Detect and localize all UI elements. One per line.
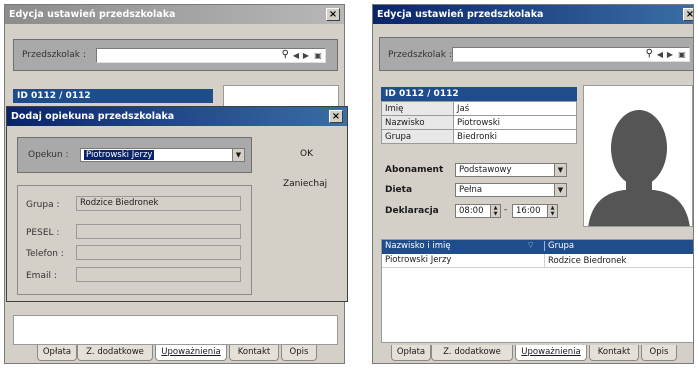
info-value: Jaś xyxy=(453,101,577,116)
right-tab-upowaznienia[interactable]: Upoważnienia xyxy=(515,345,587,361)
spin-arrows-icon[interactable]: ▲ ▼ xyxy=(490,205,500,217)
left-search-panel: Przedszkolak : ⚲ ◀ ▶ ▣ xyxy=(13,39,338,71)
guardian-label: Opekun : xyxy=(28,150,69,160)
print-icon[interactable]: ▣ xyxy=(677,50,687,60)
print-icon[interactable]: ▣ xyxy=(313,51,323,61)
left-tab-upowaznienia[interactable]: Upoważnienia xyxy=(155,345,227,361)
right-window: Edycja ustawień przedszkolaka × Przedszk… xyxy=(372,4,694,364)
email-label: Email : xyxy=(26,271,57,281)
right-tab-opis[interactable]: Opis xyxy=(641,345,677,361)
guardian-details-panel: Grupa : Rodzice Biedronek PESEL : Telefo… xyxy=(17,185,252,295)
left-tab-opis[interactable]: Opis xyxy=(281,345,317,361)
spin-arrows-icon[interactable]: ▲ ▼ xyxy=(547,205,557,217)
info-label: Nazwisko xyxy=(381,115,454,130)
left-id-band: ID 0112 / 0112 xyxy=(13,89,213,103)
right-search-panel: Przedszkolak : ⚲ ◀ ▶ ▣ xyxy=(379,37,693,71)
left-window-title: Edycja ustawień przedszkolaka xyxy=(9,9,176,20)
group-label: Grupa : xyxy=(26,200,60,210)
info-label: Grupa xyxy=(381,129,454,144)
abonament-label: Abonament xyxy=(385,165,444,175)
time-separator: - xyxy=(504,205,508,215)
chevron-down-icon[interactable]: ▼ xyxy=(554,164,566,176)
cancel-button[interactable]: Zaniechaj xyxy=(283,179,327,189)
right-tab-zdodatkowe[interactable]: Z. dodatkowe xyxy=(431,345,513,361)
left-search-label: Przedszkolak : xyxy=(22,50,86,60)
group-field: Rodzice Biedronek xyxy=(76,196,241,211)
ok-button[interactable]: OK xyxy=(300,149,313,159)
left-tab-kontakt[interactable]: Kontakt xyxy=(229,345,279,361)
phone-label: Telefon : xyxy=(26,249,64,259)
right-tab-oplata[interactable]: Opłata xyxy=(391,345,431,361)
phone-field[interactable] xyxy=(76,245,241,260)
prev-arrow-icon[interactable]: ◀ xyxy=(291,51,301,61)
guardian-select-value: Piotrowski Jerzy xyxy=(84,150,155,160)
right-search-label: Przedszkolak : xyxy=(388,50,452,60)
right-window-titlebar: Edycja ustawień przedszkolaka xyxy=(373,5,693,24)
abonament-select[interactable]: Podstawowy ▼ xyxy=(455,163,567,177)
guardian-select[interactable]: Piotrowski Jerzy ▼ xyxy=(80,148,245,162)
dialog-title: Dodaj opiekuna przedszkolaka xyxy=(11,111,175,122)
child-photo xyxy=(583,85,693,227)
time-to-stepper[interactable]: 16:00 ▲ ▼ xyxy=(512,204,558,218)
left-search-input[interactable]: ⚲ ◀ ▶ ▣ xyxy=(96,48,326,63)
left-tab-zdodatkowe[interactable]: Z. dodatkowe xyxy=(77,345,153,361)
right-tab-kontakt[interactable]: Kontakt xyxy=(589,345,639,361)
prev-arrow-icon[interactable]: ◀ xyxy=(655,50,665,60)
pesel-field[interactable] xyxy=(76,224,241,239)
child-info-table: Imię Jaś Nazwisko Piotrowski Grupa Biedr… xyxy=(381,101,577,144)
left-tab-oplata[interactable]: Opłata xyxy=(37,345,77,361)
row-name-cell: Piotrowski Jerzy xyxy=(385,255,452,265)
guardians-table-header: Nazwisko i imię ▽ Grupa xyxy=(382,240,693,254)
close-icon: × xyxy=(328,9,338,20)
info-label: Imię xyxy=(381,101,454,116)
dieta-select[interactable]: Pełna ▼ xyxy=(455,183,567,197)
pesel-label: PESEL : xyxy=(26,228,60,238)
next-arrow-icon[interactable]: ▶ xyxy=(665,50,675,60)
chevron-down-icon[interactable]: ▼ xyxy=(232,149,244,161)
info-value: Piotrowski xyxy=(453,115,577,130)
sort-icon[interactable]: ▽ xyxy=(528,241,533,249)
dialog-close-button[interactable]: × xyxy=(329,110,343,123)
column-header-group[interactable]: Grupa xyxy=(544,241,574,251)
info-value: Biedronki xyxy=(453,129,577,144)
add-guardian-dialog: Dodaj opiekuna przedszkolaka × Opekun : … xyxy=(6,106,348,302)
time-from-stepper[interactable]: 08:00 ▲ ▼ xyxy=(455,204,501,218)
row-group-cell: Rodzice Biedronek xyxy=(544,254,626,268)
search-icon[interactable]: ⚲ xyxy=(646,48,653,59)
info-row-first-name: Imię Jaś xyxy=(381,101,577,116)
left-window-titlebar: Edycja ustawień przedszkolaka xyxy=(5,5,344,24)
deklaracja-label: Deklaracja xyxy=(385,206,439,216)
close-icon: × xyxy=(685,9,694,20)
email-field[interactable] xyxy=(76,267,241,282)
close-icon: × xyxy=(331,111,341,122)
right-window-title: Edycja ustawień przedszkolaka xyxy=(377,9,544,20)
info-row-group: Grupa Biedronki xyxy=(381,129,577,144)
table-row[interactable]: Piotrowski Jerzy Rodzice Biedronek xyxy=(382,254,693,268)
chevron-down-icon[interactable]: ▼ xyxy=(554,184,566,196)
guardian-panel: Opekun : Piotrowski Jerzy ▼ xyxy=(17,137,252,173)
dialog-titlebar: Dodaj opiekuna przedszkolaka xyxy=(7,107,347,126)
left-window-close-button[interactable]: × xyxy=(326,8,340,21)
search-icon[interactable]: ⚲ xyxy=(282,49,289,60)
info-row-last-name: Nazwisko Piotrowski xyxy=(381,115,577,130)
dieta-label: Dieta xyxy=(385,185,413,195)
right-search-input[interactable]: ⚲ ◀ ▶ ▣ xyxy=(452,47,690,62)
right-id-band: ID 0112 / 0112 xyxy=(381,87,577,101)
column-header-name[interactable]: Nazwisko i imię xyxy=(385,241,451,251)
right-window-close-button[interactable]: × xyxy=(683,8,694,21)
left-bottom-list xyxy=(13,315,338,345)
guardians-table: Nazwisko i imię ▽ Grupa Piotrowski Jerzy… xyxy=(381,239,693,343)
next-arrow-icon[interactable]: ▶ xyxy=(301,51,311,61)
avatar-silhouette-icon xyxy=(588,110,690,226)
